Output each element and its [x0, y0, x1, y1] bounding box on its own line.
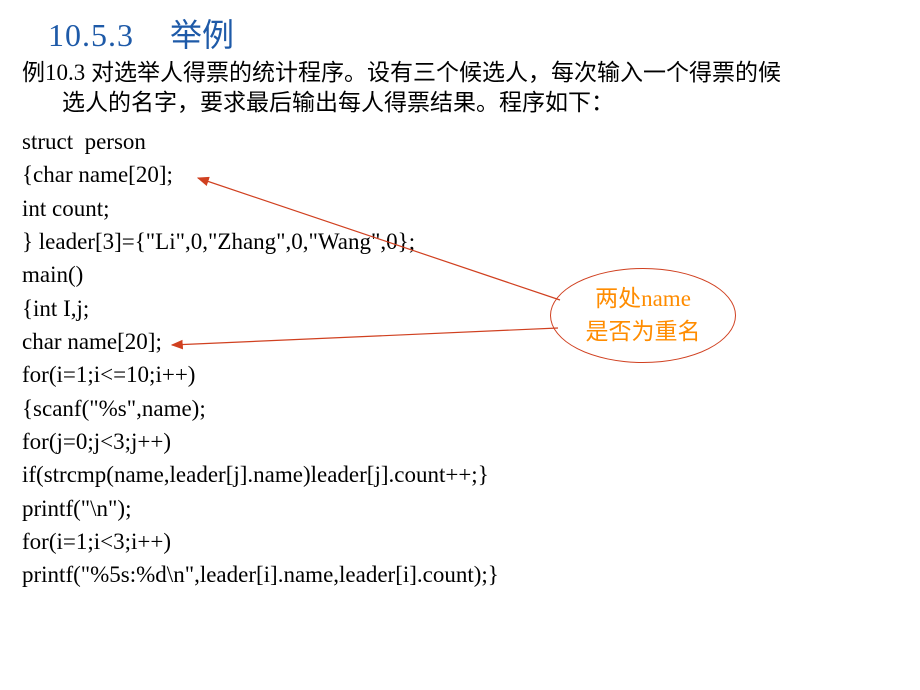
code-line-7: char name[20]; [22, 325, 499, 358]
code-line-10: for(j=0;j<3;j++) [22, 425, 499, 458]
description-line1: 例10.3 对选举人得票的统计程序。设有三个候选人，每次输入一个得票的候 [22, 60, 781, 85]
example-description: 例10.3 对选举人得票的统计程序。设有三个候选人，每次输入一个得票的候 选人的… [22, 58, 890, 118]
code-line-1: struct person [22, 125, 499, 158]
code-line-5: main() [22, 258, 499, 291]
annotation-callout: 两处name 是否为重名 [550, 268, 736, 363]
heading-title: 举例 [170, 17, 234, 53]
code-line-11: if(strcmp(name,leader[j].name)leader[j].… [22, 458, 499, 491]
annotation-line1: 两处name [595, 283, 691, 315]
annotation-line2: 是否为重名 [586, 316, 701, 348]
code-line-6: {int I,j; [22, 292, 499, 325]
code-line-4: } leader[3]={"Li",0,"Zhang",0,"Wang",0}; [22, 225, 499, 258]
code-block: struct person {char name[20]; int count;… [22, 125, 499, 592]
code-line-9: {scanf("%s",name); [22, 392, 499, 425]
code-line-14: printf("%5s:%d\n",leader[i].name,leader[… [22, 558, 499, 591]
code-line-3: int count; [22, 192, 499, 225]
code-line-13: for(i=1;i<3;i++) [22, 525, 499, 558]
code-line-2: {char name[20]; [22, 158, 499, 191]
section-heading: 10.5.3 举例 [48, 10, 234, 56]
description-line2: 选人的名字，要求最后输出每人得票结果。程序如下： [22, 88, 890, 118]
heading-number: 10.5.3 [48, 17, 134, 53]
code-line-12: printf("\n"); [22, 492, 499, 525]
code-line-8: for(i=1;i<=10;i++) [22, 358, 499, 391]
